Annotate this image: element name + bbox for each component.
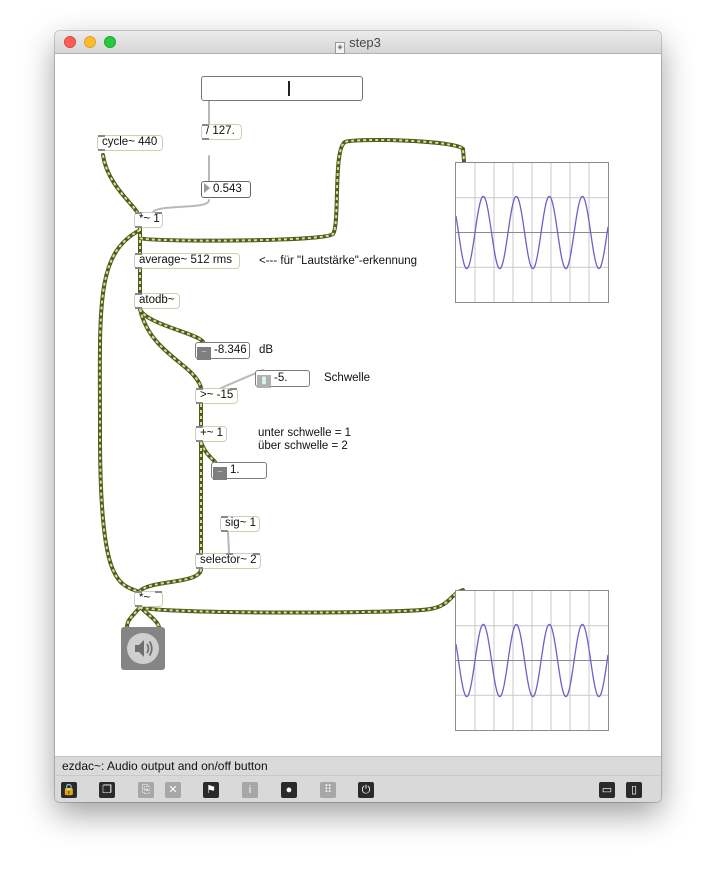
cycle-object[interactable]: cycle~ 440 bbox=[97, 135, 163, 151]
signal-icon: ~ bbox=[213, 467, 227, 480]
inlet[interactable] bbox=[155, 591, 162, 593]
object-label: / 127. bbox=[206, 125, 235, 137]
outlet[interactable] bbox=[98, 149, 105, 151]
sig-one-object[interactable]: sig~ 1 bbox=[220, 516, 260, 532]
presentation-icon[interactable]: ❐ bbox=[99, 782, 115, 798]
db-signal-number-box[interactable]: ~ -8.346 bbox=[195, 342, 250, 360]
threshold-number-box[interactable]: ▮ -5. bbox=[255, 370, 310, 388]
atodb-object[interactable]: atodb~ bbox=[134, 293, 180, 309]
outlet[interactable] bbox=[135, 307, 142, 309]
patcher-canvas[interactable]: / 127. cycle~ 440 0.543 *~ 1 average~ 51… bbox=[55, 54, 661, 756]
object-label: *~ bbox=[139, 592, 151, 604]
cord-atodb-greater[interactable] bbox=[138, 307, 203, 390]
multiply-output-object[interactable]: *~ bbox=[134, 591, 163, 607]
inlet[interactable] bbox=[135, 253, 142, 255]
inlet[interactable] bbox=[221, 516, 228, 518]
number-value: -8.346 bbox=[214, 344, 247, 356]
number-triangle-icon bbox=[204, 183, 210, 193]
inlet[interactable] bbox=[196, 388, 203, 390]
threshold-signal-icon: ▮ bbox=[257, 375, 271, 388]
inlet[interactable] bbox=[202, 124, 209, 126]
debug-icon[interactable]: ⚑ bbox=[203, 782, 219, 798]
inlet[interactable] bbox=[253, 553, 260, 555]
number-value: 1. bbox=[230, 464, 240, 476]
title-bar: ◈ step3 bbox=[55, 31, 661, 54]
right-panel-icon[interactable]: ▯ bbox=[626, 782, 642, 798]
document-icon: ◈ bbox=[335, 42, 346, 54]
gain-slider[interactable] bbox=[201, 76, 363, 101]
outlet[interactable] bbox=[196, 440, 203, 442]
lock-icon[interactable]: 🔒 bbox=[61, 782, 77, 798]
delete-icon: ✕ bbox=[165, 782, 181, 798]
greater-than-object[interactable]: >~ -15 bbox=[195, 388, 238, 404]
cord-mult2-scope-bottom[interactable] bbox=[138, 588, 465, 615]
gain-number-box[interactable]: 0.543 bbox=[201, 181, 251, 198]
object-label: atodb~ bbox=[139, 294, 175, 306]
info-icon: i bbox=[242, 782, 258, 798]
div-127-object[interactable]: / 127. bbox=[201, 124, 242, 140]
inlet[interactable] bbox=[230, 388, 237, 390]
scope-top[interactable] bbox=[455, 162, 609, 303]
cord-plus-number[interactable] bbox=[199, 440, 217, 464]
ezdac-audio-button[interactable] bbox=[121, 627, 165, 670]
inlet[interactable] bbox=[226, 553, 233, 555]
object-label: selector~ 2 bbox=[200, 554, 257, 566]
plus-one-object[interactable]: +~ 1 bbox=[195, 426, 227, 442]
db-comment: dB bbox=[259, 344, 274, 356]
threshold-comment: Schwelle bbox=[324, 372, 371, 384]
object-label: *~ 1 bbox=[139, 213, 160, 225]
window-title: ◈ step3 bbox=[55, 35, 661, 54]
paste-icon: ⎘ bbox=[138, 782, 154, 798]
multiply-object[interactable]: *~ 1 bbox=[134, 212, 163, 228]
inlet[interactable] bbox=[135, 293, 142, 295]
bottom-panel-icon[interactable]: ▭ bbox=[599, 782, 615, 798]
selector-object[interactable]: selector~ 2 bbox=[195, 553, 261, 569]
inlet[interactable] bbox=[196, 426, 203, 428]
average-object[interactable]: average~ 512 rms bbox=[134, 253, 240, 269]
speaker-circle bbox=[127, 633, 159, 664]
outlet[interactable] bbox=[135, 605, 142, 607]
number-value: 0.543 bbox=[213, 183, 242, 195]
speaker-icon bbox=[135, 640, 153, 657]
inlet[interactable] bbox=[135, 591, 142, 593]
cord-number-mult[interactable] bbox=[152, 199, 210, 213]
cord-mult-scope-top[interactable] bbox=[138, 138, 466, 243]
grid-icon: ⠿ bbox=[320, 782, 336, 798]
cord-sig-selector[interactable] bbox=[227, 531, 230, 554]
signal-icon: ~ bbox=[197, 347, 211, 360]
cord-mult2-dac-left[interactable] bbox=[125, 605, 142, 629]
outlet[interactable] bbox=[196, 402, 203, 404]
above-threshold-comment: über schwelle = 2 bbox=[258, 440, 348, 452]
object-label: average~ 512 rms bbox=[139, 254, 233, 266]
outlet[interactable] bbox=[135, 267, 142, 269]
loudness-comment: <--- für "Lautstärke"-erkennung bbox=[259, 255, 418, 267]
cord-selector-mult2[interactable] bbox=[138, 567, 203, 593]
object-label: +~ 1 bbox=[200, 427, 224, 439]
plus-output-number-box[interactable]: ~1. bbox=[211, 462, 267, 480]
inlet[interactable] bbox=[196, 553, 203, 555]
inlet[interactable] bbox=[135, 212, 142, 214]
outlet[interactable] bbox=[135, 226, 142, 228]
object-label: cycle~ 440 bbox=[102, 136, 158, 148]
audio-dsp-icon[interactable]: ⏻ bbox=[358, 782, 374, 798]
outlet[interactable] bbox=[202, 138, 209, 140]
outlet[interactable] bbox=[196, 567, 203, 569]
inlet[interactable] bbox=[155, 212, 162, 214]
slider-knob[interactable] bbox=[288, 81, 290, 96]
outlet[interactable] bbox=[221, 530, 228, 532]
number-value: -5. bbox=[274, 372, 288, 384]
object-label: sig~ 1 bbox=[225, 517, 257, 529]
cord-cycle-mult[interactable] bbox=[101, 153, 139, 214]
object-label: >~ -15 bbox=[200, 389, 234, 401]
scope-bottom[interactable] bbox=[455, 590, 609, 731]
inlet[interactable] bbox=[98, 135, 105, 137]
object-icon[interactable]: ● bbox=[281, 782, 297, 798]
patcher-toolbar: 🔒 ❐ ⎘ ✕ ⚑ i ● ⠿ ⏻ ▭ ▯ bbox=[55, 775, 661, 802]
status-bar: ezdac~: Audio output and on/off button bbox=[55, 756, 661, 775]
patcher-window: ◈ step3 / 127. cycle~ 440 0.543 *~ 1 ave… bbox=[55, 31, 661, 802]
window-title-text: step3 bbox=[349, 35, 381, 50]
below-threshold-comment: unter schwelle = 1 bbox=[258, 427, 352, 439]
